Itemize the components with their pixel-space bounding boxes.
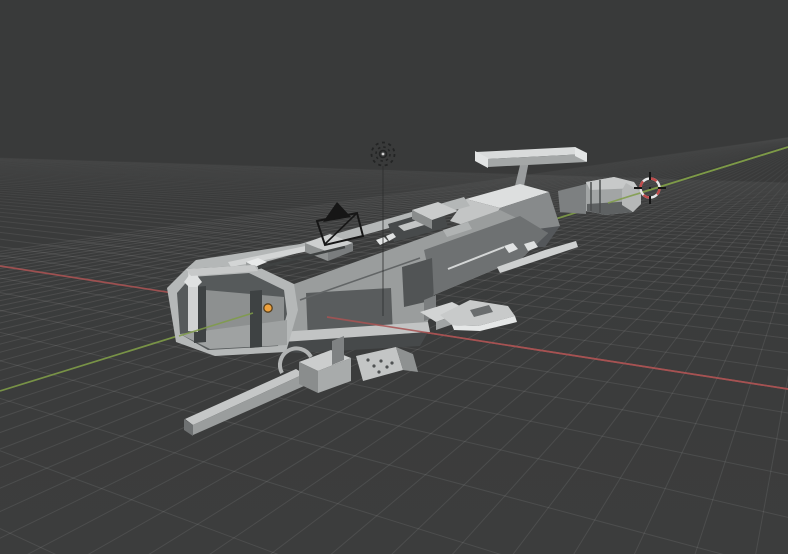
- object-origin-dot[interactable]: [263, 303, 273, 313]
- horizon-fade: [0, 0, 788, 248]
- ship-face: [250, 290, 262, 348]
- blender-3d-viewport[interactable]: [0, 0, 788, 554]
- origin-dot-circle: [263, 303, 273, 313]
- ship-face: [185, 369, 304, 425]
- ship-face: [356, 347, 403, 381]
- ship-face: [332, 336, 344, 365]
- viewport-scene: [0, 0, 788, 554]
